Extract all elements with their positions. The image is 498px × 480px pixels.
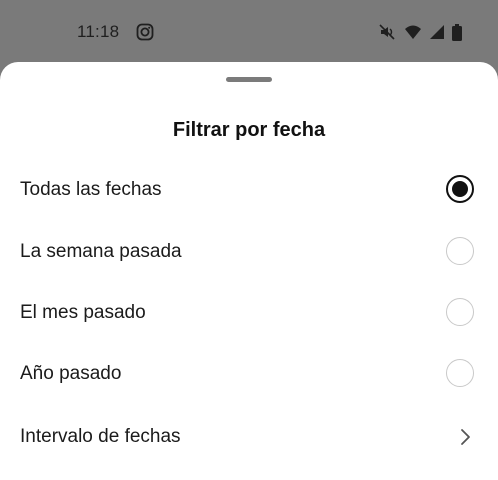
status-time: 11:18 <box>77 22 120 41</box>
drag-handle[interactable] <box>226 77 272 82</box>
option-date-range[interactable]: Intervalo de fechas <box>0 406 498 468</box>
mute-icon <box>379 24 395 40</box>
option-label: El mes pasado <box>20 302 146 323</box>
option-last-week[interactable]: La semana pasada <box>0 221 498 283</box>
radio-unselected-icon[interactable] <box>446 237 474 265</box>
option-last-year[interactable]: Año pasado <box>0 343 498 405</box>
instagram-icon <box>136 23 154 41</box>
battery-icon <box>452 23 462 41</box>
chevron-right-icon <box>461 429 470 445</box>
signal-icon <box>430 25 444 39</box>
status-icons <box>378 22 462 42</box>
filter-bottom-sheet: Filtrar por fecha Todas las fechas La se… <box>0 62 498 480</box>
option-label: Intervalo de fechas <box>20 426 181 447</box>
option-last-month[interactable]: El mes pasado <box>0 282 498 344</box>
radio-unselected-icon[interactable] <box>446 359 474 387</box>
option-all-dates[interactable]: Todas las fechas <box>0 159 498 221</box>
radio-unselected-icon[interactable] <box>446 298 474 326</box>
radio-selected-icon[interactable] <box>446 175 474 203</box>
option-label: Todas las fechas <box>20 179 162 200</box>
sheet-title: Filtrar por fecha <box>172 119 326 141</box>
option-label: La semana pasada <box>20 241 182 262</box>
wifi-icon <box>405 25 421 39</box>
status-bar: 11:18 <box>0 0 498 62</box>
option-label: Año pasado <box>20 363 122 384</box>
screen: 11:18 Filtrar por fecha Todas las fechas… <box>0 0 498 480</box>
